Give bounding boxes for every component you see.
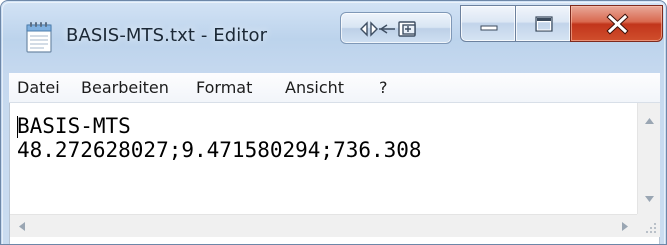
- minimize-button[interactable]: [460, 5, 516, 42]
- caption-buttons: [460, 5, 663, 42]
- network-share-icon: [360, 21, 416, 37]
- scroll-up-icon: [645, 118, 654, 124]
- menu-datei[interactable]: Datei: [17, 78, 60, 97]
- menu-help[interactable]: ?: [379, 78, 388, 97]
- network-share-button[interactable]: [340, 12, 452, 44]
- resize-grip[interactable]: [637, 214, 660, 237]
- scroll-up-button[interactable]: [638, 109, 661, 133]
- menu-bearbeiten[interactable]: Bearbeiten: [81, 78, 169, 97]
- scroll-left-icon: [19, 222, 25, 231]
- text-editor-area[interactable]: BASIS-MTS 48.272628027;9.471580294;736.30…: [9, 103, 660, 244]
- notepad-icon: [26, 22, 52, 53]
- title-bar[interactable]: BASIS-MTS.txt - Editor: [1, 1, 666, 71]
- scroll-right-button[interactable]: [613, 215, 637, 238]
- resize-grip-icon: [646, 223, 656, 233]
- editor-text[interactable]: BASIS-MTS 48.272628027;9.471580294;736.30…: [17, 114, 422, 162]
- horizontal-scrollbar[interactable]: [10, 214, 637, 237]
- scroll-right-icon: [622, 222, 628, 231]
- notepad-window: BASIS-MTS.txt - Editor Datei Bearbeiten …: [0, 0, 667, 245]
- window-title: BASIS-MTS.txt - Editor: [66, 25, 268, 46]
- scroll-down-icon: [645, 196, 654, 202]
- vertical-scrollbar[interactable]: [637, 103, 660, 214]
- maximize-button[interactable]: [515, 5, 571, 42]
- text-caret: [17, 116, 18, 138]
- menu-format[interactable]: Format: [196, 78, 252, 97]
- close-button[interactable]: [570, 5, 663, 42]
- menu-bar: Datei Bearbeiten Format Ansicht ?: [9, 73, 660, 103]
- close-icon: [606, 13, 629, 35]
- minimize-icon: [480, 25, 498, 31]
- editor-line-2: 48.272628027;9.471580294;736.308: [17, 138, 422, 162]
- scroll-left-button[interactable]: [10, 215, 34, 238]
- maximize-icon: [535, 16, 553, 32]
- menu-ansicht[interactable]: Ansicht: [285, 78, 344, 97]
- editor-line-1: BASIS-MTS: [17, 114, 131, 138]
- scroll-down-button[interactable]: [638, 187, 661, 211]
